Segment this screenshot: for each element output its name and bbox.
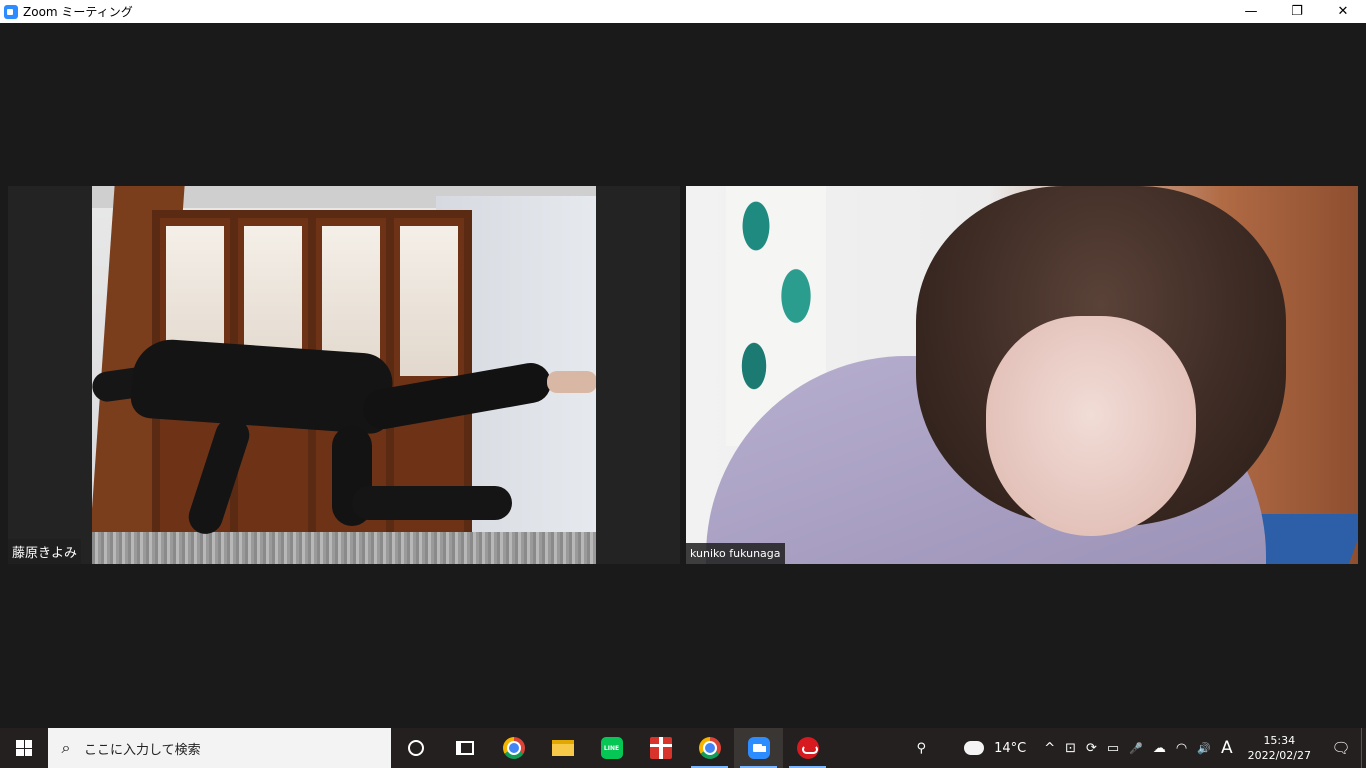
zoom-icon: [747, 737, 770, 759]
battery-icon[interactable]: ▭: [1102, 728, 1124, 768]
notification-icon[interactable]: 🗨: [1321, 728, 1361, 768]
participant-video: [92, 186, 596, 564]
taskbar-search[interactable]: ⌕ ここに入力して検索: [48, 728, 391, 768]
participant-name: kuniko fukunaga: [686, 543, 785, 564]
chrome-icon: [698, 737, 721, 759]
clock-time: 15:34: [1263, 734, 1296, 747]
participant-name: 藤原きよみ: [8, 539, 82, 564]
task-view-icon: [455, 741, 474, 755]
ime-indicator[interactable]: A: [1216, 728, 1238, 768]
restore-button[interactable]: ❐: [1274, 0, 1320, 23]
task-view-button[interactable]: [440, 728, 489, 768]
participant-tile[interactable]: 藤原きよみ: [8, 186, 680, 564]
cortana-button[interactable]: [391, 728, 440, 768]
taskbar-app-chrome-2[interactable]: [685, 728, 734, 768]
video-person-face: [986, 316, 1196, 536]
taskbar-app-trend-micro[interactable]: [783, 728, 832, 768]
taskbar: ⌕ ここに入力して検索 LINE ⚲ 14°C ^ ⊡ ⟳ ▭ 🎤 ☁ ◠ 🔊 …: [0, 728, 1366, 768]
meet-now-icon[interactable]: ⊡: [1060, 728, 1081, 768]
microphone-icon[interactable]: 🎤: [1124, 728, 1148, 768]
weather-widget[interactable]: 14°C: [959, 728, 1031, 768]
system-tray: ⚲ 14°C ^ ⊡ ⟳ ▭ 🎤 ☁ ◠ 🔊 A 15:34 2022/02/2…: [912, 728, 1366, 768]
taskbar-app-line[interactable]: LINE: [587, 728, 636, 768]
start-button[interactable]: [0, 728, 48, 768]
weather-icon: [961, 735, 985, 755]
windows-logo-icon: [16, 740, 32, 756]
window-controls: — ❐ ✕: [1228, 0, 1366, 23]
meeting-gallery: 藤原きよみ kuniko fukunaga: [0, 23, 1366, 728]
taskbar-app-explorer[interactable]: [538, 728, 587, 768]
search-placeholder: ここに入力して検索: [84, 742, 201, 758]
update-icon[interactable]: ⟳: [1081, 728, 1102, 768]
taskbar-app-gift[interactable]: [636, 728, 685, 768]
close-button[interactable]: ✕: [1320, 0, 1366, 23]
people-icon[interactable]: ⚲: [912, 728, 932, 768]
volume-icon[interactable]: 🔊: [1192, 728, 1216, 768]
participant-video: [686, 186, 1358, 564]
window-title: Zoom ミーティング: [23, 5, 133, 19]
minimize-button[interactable]: —: [1228, 0, 1274, 23]
clock-date: 2022/02/27: [1247, 749, 1311, 762]
wifi-icon[interactable]: ◠: [1171, 728, 1192, 768]
title-bar: Zoom ミーティング — ❐ ✕: [0, 0, 1366, 23]
trend-micro-icon: [796, 737, 819, 759]
taskbar-app-zoom[interactable]: [734, 728, 783, 768]
line-icon: LINE: [600, 737, 623, 759]
weather-temp: 14°C: [994, 740, 1027, 756]
taskbar-app-chrome[interactable]: [489, 728, 538, 768]
onedrive-icon[interactable]: ☁: [1148, 728, 1171, 768]
gift-icon: [649, 737, 672, 759]
participant-tile[interactable]: kuniko fukunaga: [686, 186, 1358, 564]
show-desktop-button[interactable]: [1361, 728, 1366, 768]
chrome-icon: [502, 737, 525, 759]
search-icon: ⌕: [61, 738, 71, 757]
clock[interactable]: 15:34 2022/02/27: [1238, 728, 1321, 768]
video-person: [92, 336, 596, 539]
video-rug: [92, 532, 596, 564]
folder-icon: [551, 740, 574, 756]
cortana-icon: [407, 740, 424, 756]
show-hidden-icons-icon[interactable]: ^: [1039, 728, 1060, 768]
zoom-app-icon: [4, 4, 18, 19]
